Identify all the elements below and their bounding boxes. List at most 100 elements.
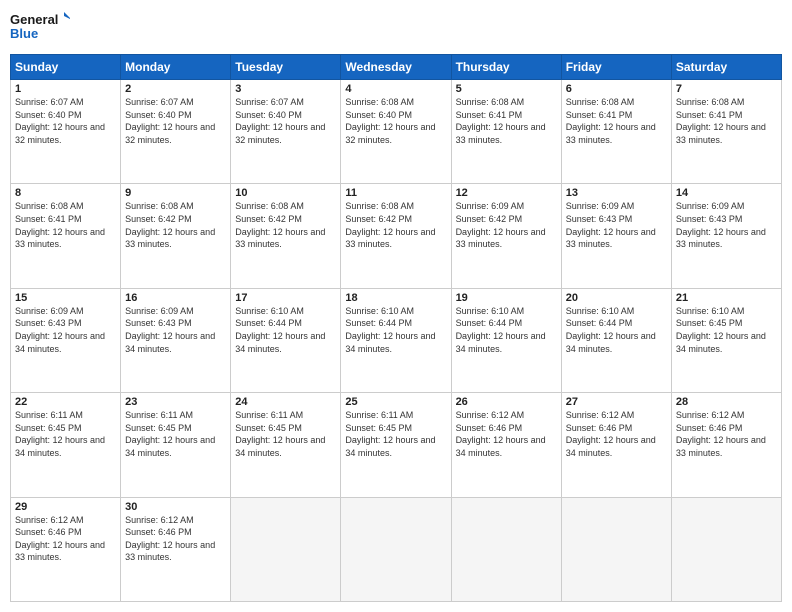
day-info: Sunrise: 6:09 AM Sunset: 6:43 PM Dayligh…: [15, 305, 116, 355]
week-row-4: 22 Sunrise: 6:11 AM Sunset: 6:45 PM Dayl…: [11, 393, 782, 497]
day-cell: 2 Sunrise: 6:07 AM Sunset: 6:40 PM Dayli…: [121, 80, 231, 184]
day-cell: 14 Sunrise: 6:09 AM Sunset: 6:43 PM Dayl…: [671, 184, 781, 288]
week-row-3: 15 Sunrise: 6:09 AM Sunset: 6:43 PM Dayl…: [11, 288, 782, 392]
svg-text:General: General: [10, 12, 58, 27]
day-number: 14: [676, 187, 777, 199]
header-sunday: Sunday: [11, 55, 121, 80]
day-cell: 24 Sunrise: 6:11 AM Sunset: 6:45 PM Dayl…: [231, 393, 341, 497]
day-info: Sunrise: 6:08 AM Sunset: 6:40 PM Dayligh…: [345, 96, 446, 146]
day-cell: 29 Sunrise: 6:12 AM Sunset: 6:46 PM Dayl…: [11, 497, 121, 601]
day-cell: [451, 497, 561, 601]
week-row-2: 8 Sunrise: 6:08 AM Sunset: 6:41 PM Dayli…: [11, 184, 782, 288]
day-number: 6: [566, 83, 667, 95]
header-monday: Monday: [121, 55, 231, 80]
day-info: Sunrise: 6:07 AM Sunset: 6:40 PM Dayligh…: [15, 96, 116, 146]
day-number: 2: [125, 83, 226, 95]
day-number: 5: [456, 83, 557, 95]
logo: General Blue: [10, 10, 70, 46]
day-cell: 6 Sunrise: 6:08 AM Sunset: 6:41 PM Dayli…: [561, 80, 671, 184]
header: General Blue: [10, 10, 782, 46]
day-cell: 18 Sunrise: 6:10 AM Sunset: 6:44 PM Dayl…: [341, 288, 451, 392]
day-cell: 11 Sunrise: 6:08 AM Sunset: 6:42 PM Dayl…: [341, 184, 451, 288]
day-info: Sunrise: 6:08 AM Sunset: 6:42 PM Dayligh…: [235, 200, 336, 250]
header-saturday: Saturday: [671, 55, 781, 80]
day-cell: 10 Sunrise: 6:08 AM Sunset: 6:42 PM Dayl…: [231, 184, 341, 288]
day-info: Sunrise: 6:09 AM Sunset: 6:42 PM Dayligh…: [456, 200, 557, 250]
day-cell: 13 Sunrise: 6:09 AM Sunset: 6:43 PM Dayl…: [561, 184, 671, 288]
day-cell: 7 Sunrise: 6:08 AM Sunset: 6:41 PM Dayli…: [671, 80, 781, 184]
day-cell: 8 Sunrise: 6:08 AM Sunset: 6:41 PM Dayli…: [11, 184, 121, 288]
day-info: Sunrise: 6:09 AM Sunset: 6:43 PM Dayligh…: [125, 305, 226, 355]
day-number: 17: [235, 292, 336, 304]
day-number: 21: [676, 292, 777, 304]
day-number: 9: [125, 187, 226, 199]
day-number: 22: [15, 396, 116, 408]
header-wednesday: Wednesday: [341, 55, 451, 80]
day-info: Sunrise: 6:11 AM Sunset: 6:45 PM Dayligh…: [345, 409, 446, 459]
week-row-5: 29 Sunrise: 6:12 AM Sunset: 6:46 PM Dayl…: [11, 497, 782, 601]
day-cell: [341, 497, 451, 601]
day-cell: 23 Sunrise: 6:11 AM Sunset: 6:45 PM Dayl…: [121, 393, 231, 497]
day-info: Sunrise: 6:12 AM Sunset: 6:46 PM Dayligh…: [566, 409, 667, 459]
day-info: Sunrise: 6:12 AM Sunset: 6:46 PM Dayligh…: [456, 409, 557, 459]
day-info: Sunrise: 6:10 AM Sunset: 6:44 PM Dayligh…: [566, 305, 667, 355]
day-info: Sunrise: 6:10 AM Sunset: 6:44 PM Dayligh…: [345, 305, 446, 355]
day-info: Sunrise: 6:10 AM Sunset: 6:44 PM Dayligh…: [235, 305, 336, 355]
day-info: Sunrise: 6:09 AM Sunset: 6:43 PM Dayligh…: [566, 200, 667, 250]
day-cell: 3 Sunrise: 6:07 AM Sunset: 6:40 PM Dayli…: [231, 80, 341, 184]
day-cell: 5 Sunrise: 6:08 AM Sunset: 6:41 PM Dayli…: [451, 80, 561, 184]
header-thursday: Thursday: [451, 55, 561, 80]
logo-svg: General Blue: [10, 10, 70, 46]
calendar-body: 1 Sunrise: 6:07 AM Sunset: 6:40 PM Dayli…: [11, 80, 782, 602]
day-cell: 15 Sunrise: 6:09 AM Sunset: 6:43 PM Dayl…: [11, 288, 121, 392]
day-info: Sunrise: 6:07 AM Sunset: 6:40 PM Dayligh…: [125, 96, 226, 146]
day-number: 24: [235, 396, 336, 408]
day-info: Sunrise: 6:10 AM Sunset: 6:45 PM Dayligh…: [676, 305, 777, 355]
day-info: Sunrise: 6:09 AM Sunset: 6:43 PM Dayligh…: [676, 200, 777, 250]
day-cell: [231, 497, 341, 601]
day-number: 11: [345, 187, 446, 199]
day-number: 23: [125, 396, 226, 408]
day-info: Sunrise: 6:08 AM Sunset: 6:42 PM Dayligh…: [125, 200, 226, 250]
day-info: Sunrise: 6:11 AM Sunset: 6:45 PM Dayligh…: [235, 409, 336, 459]
week-row-1: 1 Sunrise: 6:07 AM Sunset: 6:40 PM Dayli…: [11, 80, 782, 184]
day-info: Sunrise: 6:08 AM Sunset: 6:41 PM Dayligh…: [676, 96, 777, 146]
day-info: Sunrise: 6:10 AM Sunset: 6:44 PM Dayligh…: [456, 305, 557, 355]
day-cell: 19 Sunrise: 6:10 AM Sunset: 6:44 PM Dayl…: [451, 288, 561, 392]
day-number: 20: [566, 292, 667, 304]
header-friday: Friday: [561, 55, 671, 80]
day-info: Sunrise: 6:11 AM Sunset: 6:45 PM Dayligh…: [15, 409, 116, 459]
day-info: Sunrise: 6:08 AM Sunset: 6:41 PM Dayligh…: [566, 96, 667, 146]
day-cell: [561, 497, 671, 601]
day-cell: 26 Sunrise: 6:12 AM Sunset: 6:46 PM Dayl…: [451, 393, 561, 497]
header-tuesday: Tuesday: [231, 55, 341, 80]
day-number: 4: [345, 83, 446, 95]
day-number: 8: [15, 187, 116, 199]
day-cell: 9 Sunrise: 6:08 AM Sunset: 6:42 PM Dayli…: [121, 184, 231, 288]
day-number: 18: [345, 292, 446, 304]
day-number: 13: [566, 187, 667, 199]
day-number: 28: [676, 396, 777, 408]
day-cell: 22 Sunrise: 6:11 AM Sunset: 6:45 PM Dayl…: [11, 393, 121, 497]
day-info: Sunrise: 6:08 AM Sunset: 6:42 PM Dayligh…: [345, 200, 446, 250]
day-number: 16: [125, 292, 226, 304]
day-cell: 4 Sunrise: 6:08 AM Sunset: 6:40 PM Dayli…: [341, 80, 451, 184]
day-number: 10: [235, 187, 336, 199]
day-cell: 30 Sunrise: 6:12 AM Sunset: 6:46 PM Dayl…: [121, 497, 231, 601]
day-cell: 20 Sunrise: 6:10 AM Sunset: 6:44 PM Dayl…: [561, 288, 671, 392]
calendar-table: SundayMondayTuesdayWednesdayThursdayFrid…: [10, 54, 782, 602]
day-number: 3: [235, 83, 336, 95]
day-cell: [671, 497, 781, 601]
day-info: Sunrise: 6:07 AM Sunset: 6:40 PM Dayligh…: [235, 96, 336, 146]
day-info: Sunrise: 6:11 AM Sunset: 6:45 PM Dayligh…: [125, 409, 226, 459]
day-number: 15: [15, 292, 116, 304]
day-info: Sunrise: 6:12 AM Sunset: 6:46 PM Dayligh…: [676, 409, 777, 459]
day-cell: 25 Sunrise: 6:11 AM Sunset: 6:45 PM Dayl…: [341, 393, 451, 497]
day-info: Sunrise: 6:08 AM Sunset: 6:41 PM Dayligh…: [15, 200, 116, 250]
day-number: 19: [456, 292, 557, 304]
day-number: 12: [456, 187, 557, 199]
day-cell: 28 Sunrise: 6:12 AM Sunset: 6:46 PM Dayl…: [671, 393, 781, 497]
day-number: 29: [15, 501, 116, 513]
day-info: Sunrise: 6:12 AM Sunset: 6:46 PM Dayligh…: [125, 514, 226, 564]
day-number: 1: [15, 83, 116, 95]
